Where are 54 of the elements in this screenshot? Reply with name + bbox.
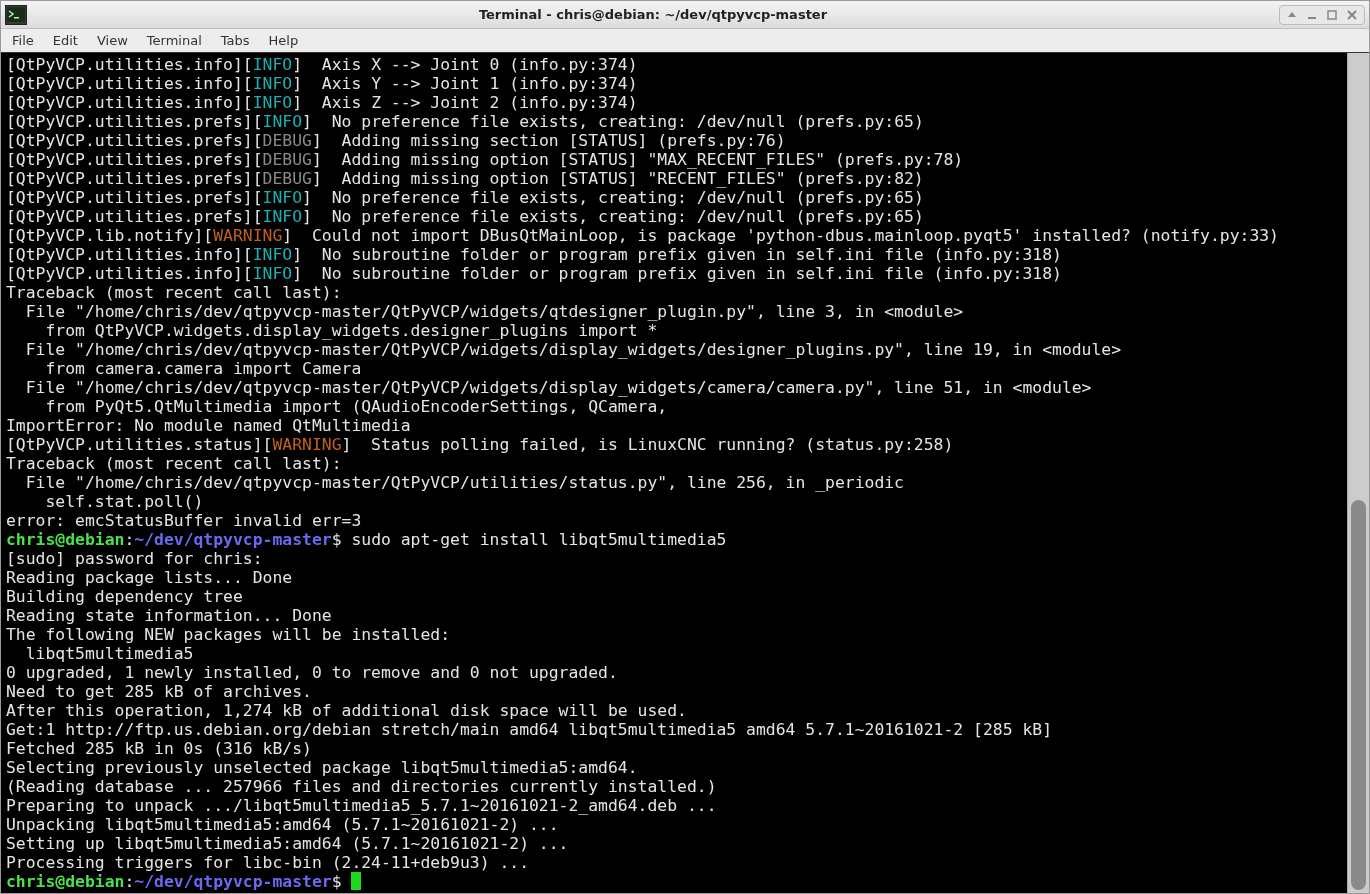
window-title: Terminal - chris@debian: ~/dev/qtpyvcp-master [478, 5, 828, 24]
menu-item[interactable]: Edit [52, 30, 78, 51]
terminal-line: ImportError: No module named QtMultimedia [6, 416, 411, 435]
menu-item[interactable]: View [96, 30, 128, 51]
terminal-line: self.stat.poll() [44, 492, 204, 511]
terminal-line: chris@debian:~/dev/qtpyvcp-master$ [6, 872, 343, 891]
scrollbar[interactable] [1347, 53, 1369, 893]
terminal-line: [QtPyVCP.utilities.prefs][DEBUG] Adding missing option [STATUS] "MAX_RECENT_FILES" (prefs.py:78) [6, 150, 964, 169]
terminal-line: File "/home/chris/dev/qtpyvcp-master/QtPyVCP/widgets/qtdesigner_plugin.py", line 3, in <module> [24, 302, 964, 321]
terminal-line: [QtPyVCP.utilities.info][INFO] No subroutine folder or program prefix given in self.ini file (info.py:318) [6, 245, 1062, 264]
terminal-line: Reading state information... Done [6, 606, 332, 625]
terminal-line: [QtPyVCP.utilities.info][INFO] Axis Y --> Joint 1 (info.py:374) [6, 74, 638, 93]
terminal-line: [QtPyVCP.utilities.info][INFO] Axis X --> Joint 0 (info.py:374) [6, 55, 638, 74]
terminal-line: Traceback (most recent call last): [6, 283, 342, 302]
terminal-line: [QtPyVCP.utilities.prefs][INFO] No preference file exists, creating: /dev/null (prefs.py:65) [6, 112, 924, 131]
terminal-line: chris@debian:~/dev/qtpyvcp-master$ sudo apt-get install libqt5multimedia5 [6, 530, 727, 549]
terminal-line: from PyQt5.QtMultimedia import (QAudioEncoderSettings, QCamera, [44, 397, 668, 416]
terminal-icon [5, 4, 27, 25]
terminal-line: [QtPyVCP.utilities.info][INFO] No subroutine folder or program prefix given in self.ini file (info.py:318) [6, 264, 1062, 283]
terminal-line: Setting up libqt5multimedia5:amd64 (5.7.1~20161021-2) ... [6, 834, 569, 853]
terminal-line: The following NEW packages will be installed: [6, 625, 451, 644]
menu-item[interactable]: File [12, 30, 34, 51]
terminal-line: File "/home/chris/dev/qtpyvcp-master/QtPyVCP/widgets/display_widgets/camera/camera.py", line 51, in <module> [24, 378, 1092, 397]
terminal-line: [QtPyVCP.utilities.info][INFO] Axis Z --> Joint 2 (info.py:374) [6, 93, 638, 112]
menu-item[interactable]: Help [268, 30, 299, 51]
terminal-line: 0 upgraded, 1 newly installed, 0 to remove and 0 not upgraded. [6, 663, 618, 682]
terminal-line: Unpacking libqt5multimedia5:amd64 (5.7.1~20161021-2) ... [6, 815, 559, 834]
terminal-line: Preparing to unpack .../libqt5multimedia5_5.7.1~20161021-2_amd64.deb ... [6, 796, 717, 815]
terminal-line: [QtPyVCP.utilities.status][WARNING] Status polling failed, is LinuxCNC running? (status.py:258) [6, 435, 954, 454]
terminal-line: Get:1 http://ftp.us.debian.org/debian stretch/main amd64 libqt5multimedia5 amd64 5.7.1~20161021-2 [285 kB] [6, 720, 1052, 739]
terminal-line: Building dependency tree [6, 587, 244, 606]
terminal-line: [QtPyVCP.utilities.prefs][DEBUG] Adding missing section [STATUS] (prefs.py:76) [6, 131, 786, 150]
menu-item[interactable]: Tabs [220, 30, 250, 51]
terminal-line: [QtPyVCP.utilities.prefs][INFO] No preference file exists, creating: /dev/null (prefs.py:65) [6, 207, 924, 226]
terminal-line: [sudo] password for chris: [6, 549, 264, 568]
terminal-line: [QtPyVCP.utilities.prefs][DEBUG] Adding missing option [STATUS] "RECENT_FILES" (prefs.py:82) [6, 169, 924, 188]
terminal-line: Need to get 285 kB of archives. [6, 682, 312, 701]
terminal-line: from camera.camera import Camera [44, 359, 362, 378]
terminal-line: Reading package lists... Done [6, 568, 293, 587]
terminal-line: Fetched 285 kB in 0s (316 kB/s) [6, 739, 312, 758]
scrollbar-thumb[interactable] [1351, 500, 1366, 890]
terminal-line: libqt5multimedia5 [24, 644, 194, 663]
terminal-line: (Reading database ... 257966 files and directories currently installed.) [6, 777, 717, 796]
terminal-line: After this operation, 1,274 kB of additional disk space will be used. [6, 701, 687, 720]
terminal-line: Traceback (most recent call last): [6, 454, 342, 473]
terminal-line: [QtPyVCP.utilities.prefs][INFO] No preference file exists, creating: /dev/null (prefs.py:65) [6, 188, 924, 207]
terminal-line: Processing triggers for libc-bin (2.24-11+deb9u3) ... [6, 853, 529, 872]
terminal-line: from QtPyVCP.widgets.display_widgets.designer_plugins import * [44, 321, 658, 340]
terminal-line: File "/home/chris/dev/qtpyvcp-master/QtPyVCP/widgets/display_widgets/designer_plugins.py", line 19, in <module> [24, 340, 1122, 359]
terminal-line: error: emcStatusBuffer invalid err=3 [6, 511, 362, 530]
menu-item[interactable]: Terminal [146, 30, 202, 51]
terminal-line: [QtPyVCP.lib.notify][WARNING] Could not import DBusQtMainLoop, is package 'python-dbus.mainloop.pyqt5' installed? (notify.py:33) [6, 226, 1279, 245]
terminal-line: Selecting previously unselected package libqt5multimedia5:amd64. [6, 758, 638, 777]
terminal-line: File "/home/chris/dev/qtpyvcp-master/QtPyVCP/utilities/status.py", line 256, in _periodic [24, 473, 904, 492]
